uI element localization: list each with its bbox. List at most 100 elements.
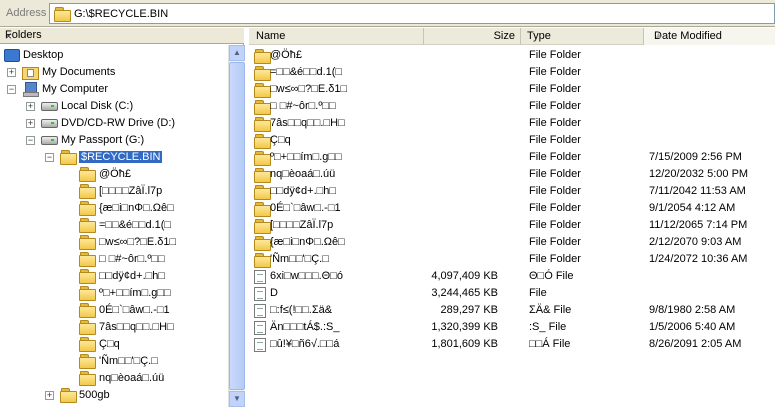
- column-header-name[interactable]: Name: [249, 28, 424, 45]
- file-name: =□□&é□□d.1(□: [270, 66, 343, 78]
- file-size: 289,297 KB: [440, 304, 499, 316]
- collapse-icon[interactable]: −: [45, 153, 54, 162]
- folders-scrollbar[interactable]: ▲ ▼: [228, 45, 245, 407]
- file-row[interactable]: {æ□i□nΦ□.Ωê□ File Folder 2/12/2070 9:03 AM: [249, 234, 775, 251]
- file-type: File Folder: [529, 66, 581, 78]
- tree-item-folder[interactable]: =□□&é□□d.1(□: [0, 217, 220, 234]
- tree-item-folder[interactable]: Ç□q: [0, 336, 220, 353]
- file-size: 4,097,409 KB: [431, 270, 498, 282]
- tree-item-folder[interactable]: [□□□□ZâÏ.l7p: [0, 183, 220, 200]
- file-type: File Folder: [529, 117, 581, 129]
- file-row[interactable]: 'Ñm□□'□Ç.□ File Folder 1/24/2072 10:36 AM: [249, 251, 775, 268]
- tree-item-my-documents[interactable]: + My Documents: [0, 64, 200, 81]
- file-name: □□dÿ¢d+.□h□: [270, 185, 337, 197]
- expand-icon[interactable]: +: [7, 68, 16, 77]
- folder-icon: [254, 253, 271, 268]
- file-type: :S_ File: [529, 321, 567, 333]
- column-header-date-modified[interactable]: Date Modified ▲: [644, 28, 775, 45]
- scroll-down-arrow-icon[interactable]: ▼: [229, 391, 245, 407]
- tree-item-my-passport[interactable]: − My Passport (G:): [0, 132, 220, 149]
- address-input[interactable]: G:\$RECYCLE.BIN: [49, 3, 775, 24]
- file-row[interactable]: □□dÿ¢d+.□h□ File Folder 7/11/2042 11:53 AM: [249, 183, 775, 200]
- file-name: [□□□□ZâÏ.l7p: [270, 219, 334, 231]
- tree-item-folder[interactable]: 0É□`□âw□.-□1: [0, 302, 220, 319]
- file-icon: [254, 270, 266, 284]
- tree-item-desktop[interactable]: Desktop: [0, 47, 200, 64]
- tree-item-dvd-drive[interactable]: + DVD/CD-RW Drive (D:): [0, 115, 220, 132]
- file-size: 3,244,465 KB: [431, 287, 498, 299]
- folder-icon: [254, 202, 271, 217]
- address-path: G:\$RECYCLE.BIN: [74, 8, 169, 20]
- file-row[interactable]: º□+□□ím□.g□□ File Folder 7/15/2009 2:56 PM: [249, 149, 775, 166]
- file-type: File Folder: [529, 100, 581, 112]
- column-header-size[interactable]: Size: [424, 28, 521, 45]
- address-bar: Address G:\$RECYCLE.BIN: [0, 0, 775, 27]
- tree-item-folder[interactable]: 'Ñm□□'□Ç.□: [0, 353, 220, 370]
- file-row[interactable]: Ç□q File Folder: [249, 132, 775, 149]
- tree-item-label: □□dÿ¢d+.□h□: [99, 270, 166, 282]
- file-row[interactable]: 7âs□□q□□.□H□ File Folder: [249, 115, 775, 132]
- expand-icon[interactable]: +: [26, 119, 35, 128]
- file-type: File Folder: [529, 236, 581, 248]
- tree-item-folder[interactable]: º□+□□ím□.g□□: [0, 285, 220, 302]
- column-header-type[interactable]: Type: [521, 28, 644, 45]
- scroll-thumb[interactable]: [229, 62, 245, 390]
- tree-item-my-computer[interactable]: − My Computer: [0, 81, 200, 98]
- file-row[interactable]: □ □#~ôr□.º□□ File Folder: [249, 98, 775, 115]
- folder-icon: [254, 66, 271, 81]
- tree-item-label: @Öħ£: [99, 168, 131, 180]
- folder-icon: [254, 151, 271, 166]
- file-date-modified: 11/12/2065 7:14 PM: [649, 219, 748, 231]
- file-row[interactable]: @Öħ£ File Folder: [249, 47, 775, 64]
- file-row[interactable]: [□□□□ZâÏ.l7p File Folder 11/12/2065 7:14 P…: [249, 217, 775, 234]
- tree-item-500gb[interactable]: + 500gb: [0, 387, 220, 404]
- column-header-row: Name Size Type Date Modified ▲: [249, 28, 775, 45]
- expand-icon[interactable]: +: [45, 391, 54, 400]
- file-type: File Folder: [529, 49, 581, 61]
- file-date-modified: 12/20/2032 5:00 PM: [649, 168, 749, 180]
- file-name: Än□□□tÁ$.:S_: [270, 321, 340, 333]
- folder-icon: [254, 219, 271, 234]
- close-icon[interactable]: ×: [5, 29, 240, 43]
- tree-item-folder[interactable]: {æ□i□nΦ□.Ωê□: [0, 200, 220, 217]
- tree-item-folder[interactable]: □w≤∞□?□E.δ1□: [0, 234, 220, 251]
- file-row[interactable]: □û!¥□ñ6√.□□á 1,801,609 KB □□Á File 8/26/209…: [249, 336, 775, 353]
- file-icon: [254, 338, 266, 352]
- expand-icon[interactable]: +: [26, 102, 35, 111]
- collapse-icon[interactable]: −: [26, 136, 35, 145]
- tree-item-folder[interactable]: @Öħ£: [0, 166, 220, 183]
- folder-icon: [79, 218, 96, 233]
- folder-icon: [60, 388, 77, 403]
- tree-item-recycle-bin[interactable]: − $RECYCLE.BIN: [0, 149, 220, 166]
- file-name: 6xi□w□□□.Θ□ó: [270, 270, 343, 282]
- file-row[interactable]: □w≤∞□?□E.δ1□ File Folder: [249, 81, 775, 98]
- collapse-icon[interactable]: −: [7, 85, 16, 94]
- tree-item-folder[interactable]: □ □#~ôr□.º□□: [0, 251, 220, 268]
- tree-item-label: 500gb: [79, 389, 110, 401]
- file-name: □:f≤(!□□.Σä&: [270, 304, 333, 316]
- folder-icon: [254, 236, 271, 251]
- file-date-modified: 9/1/2054 4:12 AM: [649, 202, 736, 214]
- file-row[interactable]: Än□□□tÁ$.:S_ 1,320,399 KB:S_ File 1/5/2006…: [249, 319, 775, 336]
- file-type: □□Á File: [529, 338, 571, 350]
- file-row[interactable]: 6xi□w□□□.Θ□ó 4,097,409 KB Θ□Ó File: [249, 268, 775, 285]
- tree-item-label: 'Ñm□□'□Ç.□: [99, 355, 158, 367]
- file-row[interactable]: =□□&é□□d.1(□ File Folder: [249, 64, 775, 81]
- folders-pane-header: Folders ×: [0, 28, 244, 44]
- file-row[interactable]: □:f≤(!□□.Σä& 289,297 KB ΣÄ& File 9/8/1980 2…: [249, 302, 775, 319]
- scroll-up-arrow-icon[interactable]: ▲: [229, 45, 245, 61]
- tree-item-label: My Documents: [42, 66, 116, 78]
- file-name: □w≤∞□?□E.δ1□: [270, 83, 348, 95]
- tree-item-folder[interactable]: 7âs□□q□□.□H□: [0, 319, 220, 336]
- tree-item-local-disk[interactable]: + Local Disk (C:): [0, 98, 220, 115]
- tree-item-folder[interactable]: □□dÿ¢d+.□h□: [0, 268, 220, 285]
- file-row[interactable]: D 3,244,465 KB File: [249, 285, 775, 302]
- file-name: D: [270, 287, 278, 299]
- tree-item-label: Desktop: [23, 49, 64, 61]
- folder-icon: [254, 100, 271, 115]
- file-row[interactable]: nq□èoaá□.úü File Folder 12/20/2032 5:00 PM: [249, 166, 775, 183]
- file-row[interactable]: 0É□`□âw□.-□1 File Folder 9/1/2054 4:12 AM: [249, 200, 775, 217]
- column-header-label: Type: [527, 30, 551, 42]
- tree-item-folder[interactable]: nq□èoaá□.úü: [0, 370, 220, 387]
- folder-icon: [79, 269, 96, 284]
